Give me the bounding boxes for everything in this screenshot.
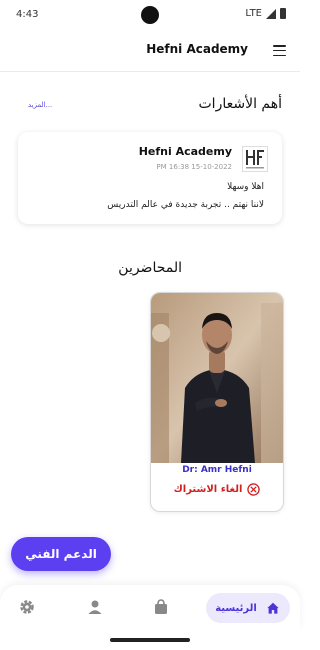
notifications-heading: أهم الأشعارات [198, 96, 283, 112]
notification-line-1: اهلا وسهلا [227, 182, 264, 192]
lecturer-card[interactable]: Dr: Amr Hefni الغاء الاشتراك [150, 292, 284, 512]
notification-title: Hefni Academy [138, 145, 232, 158]
menu-icon[interactable] [273, 45, 286, 56]
support-button[interactable]: الدعم الفني [11, 537, 111, 571]
status-indicators: LTE [245, 8, 286, 19]
battery-icon [280, 8, 286, 19]
system-nav-bar [0, 630, 300, 650]
home-icon [267, 602, 279, 614]
more-notifications-link[interactable]: المزيد... [28, 101, 52, 109]
user-icon[interactable] [85, 597, 105, 617]
lecturer-photo [151, 293, 283, 463]
settings-icon[interactable] [17, 597, 37, 617]
bag-icon[interactable] [151, 597, 171, 617]
notification-card[interactable]: Hefni Academy PM 16:38 15-10-2022 اهلا و… [18, 132, 282, 224]
app-title: Hefni Academy [146, 42, 248, 56]
unsubscribe-label: الغاء الاشتراك [173, 484, 243, 495]
lecturer-name: Dr: Amr Hefni [182, 465, 252, 475]
unsubscribe-button[interactable]: الغاء الاشتراك [151, 483, 283, 496]
notification-date: PM 16:38 15-10-2022 [156, 163, 232, 171]
bottom-nav: الرئيسية [0, 585, 300, 630]
nav-home-label: الرئيسية [215, 602, 257, 614]
academy-logo-icon [242, 146, 268, 172]
app-header: Hefni Academy [0, 30, 300, 72]
signal-icon [266, 8, 276, 19]
notification-line-2: لاننا نهتم .. تجربة جديدة في عالم التدري… [107, 200, 264, 210]
nav-home[interactable]: الرئيسية [206, 593, 290, 623]
network-label: LTE [245, 8, 262, 19]
status-time: 4:43 [16, 9, 39, 20]
close-circle-icon [247, 483, 261, 496]
camera-cutout [141, 6, 159, 24]
lecturers-heading: المحاضرين [118, 260, 182, 276]
status-bar: 4:43 LTE [0, 0, 300, 30]
home-gesture-bar[interactable] [110, 638, 190, 642]
